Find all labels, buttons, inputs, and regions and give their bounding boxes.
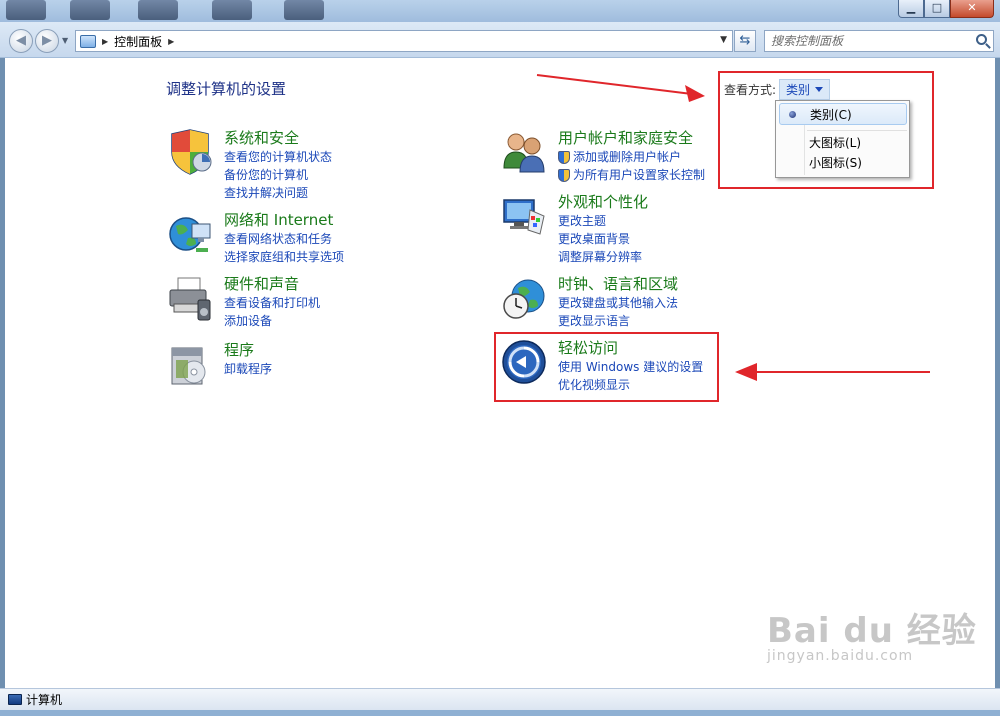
- content-area: 调整计算机的设置 系统和安全 查看您的计算机状态 备份您的计算机 查找并解决问题: [5, 58, 995, 688]
- breadcrumb-control-panel[interactable]: 控制面板: [114, 33, 162, 50]
- status-text: 计算机: [26, 693, 63, 707]
- taskbar-thumbnail: [6, 0, 46, 20]
- baidu-watermark: Bai du 经验 jingyan.baidu.com: [767, 603, 977, 664]
- breadcrumb-chevron-icon[interactable]: ▶: [168, 37, 174, 46]
- window-border: [0, 710, 1000, 716]
- forward-button[interactable]: ▶: [35, 29, 59, 53]
- annotation-arrow-head: [685, 85, 705, 102]
- computer-icon: [8, 694, 22, 705]
- taskbar-thumbnail: [138, 0, 178, 20]
- back-button[interactable]: ◀: [9, 29, 33, 53]
- title-bar: ▁ □ ✕: [0, 0, 1000, 22]
- address-box[interactable]: ▶ 控制面板 ▶ ▼: [75, 30, 733, 52]
- search-icon[interactable]: [976, 34, 987, 45]
- close-button[interactable]: ✕: [950, 0, 994, 18]
- search-input[interactable]: [765, 31, 965, 51]
- taskbar-thumbnail: [212, 0, 252, 20]
- annotation-arrow: [536, 74, 701, 96]
- minimize-button[interactable]: ▁: [898, 0, 924, 18]
- taskbar-thumbnail: [70, 0, 110, 20]
- window-controls: ▁ □ ✕: [898, 0, 994, 18]
- address-bar: ◀ ▶ ▼ ▶ 控制面板 ▶ ▼ ⇆: [0, 22, 1000, 58]
- search-box: [764, 30, 994, 52]
- annotation-arrows: [536, 74, 930, 381]
- recent-pages-chevron-icon[interactable]: ▼: [62, 36, 68, 45]
- control-panel-icon: [80, 34, 96, 48]
- breadcrumb-chevron-icon[interactable]: ▶: [102, 37, 108, 46]
- annotation-arrow-head: [735, 363, 757, 381]
- watermark-logo: Bai du 经验: [767, 611, 977, 651]
- refresh-icon[interactable]: ⇆: [734, 30, 756, 52]
- maximize-button[interactable]: □: [924, 0, 950, 18]
- status-bar: 计算机: [0, 688, 1000, 710]
- taskbar-thumbnail: [284, 0, 324, 20]
- address-dropdown-icon[interactable]: ▼: [720, 35, 727, 45]
